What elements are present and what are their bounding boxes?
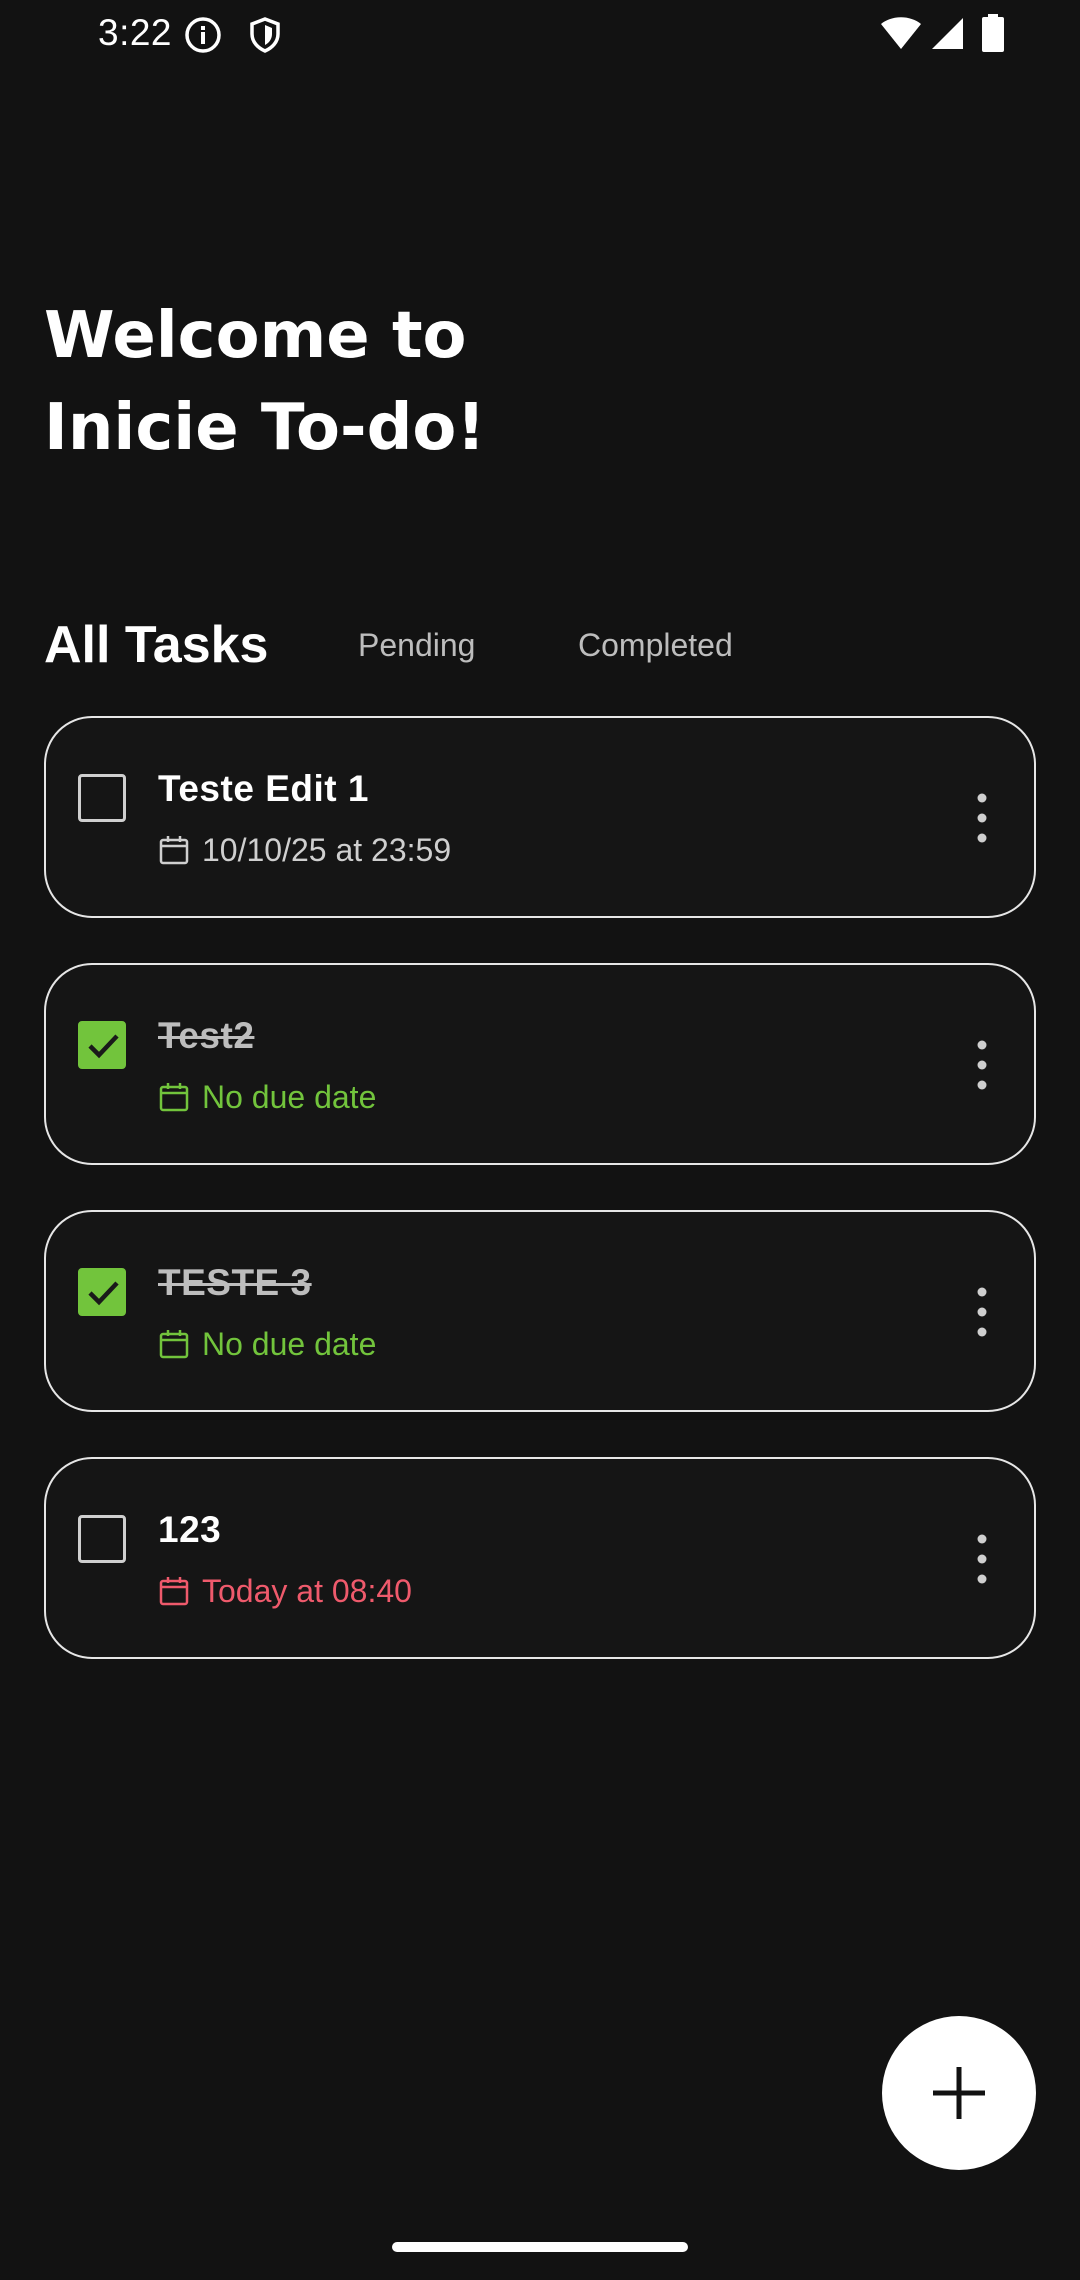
page-title-line-1: Welcome to xyxy=(44,299,467,373)
task-due-text: Today at 08:40 xyxy=(202,1572,412,1609)
tab-pending[interactable]: Pending xyxy=(358,610,475,680)
task-due-date: No due date xyxy=(158,1324,376,1364)
filter-tabs: All Tasks Pending Completed xyxy=(44,610,1044,680)
task-due-text: No due date xyxy=(202,1078,377,1115)
app-screen: 3:22 Welcome to Inicie To-do! All Tasks … xyxy=(0,0,1080,2280)
more-options-icon[interactable] xyxy=(970,1282,994,1342)
status-time: 3:22 xyxy=(98,12,173,53)
tab-completed[interactable]: Completed xyxy=(578,610,733,680)
task-due-text: No due date xyxy=(202,1325,377,1362)
task-title: Test2 xyxy=(158,1015,255,1056)
signal-icon xyxy=(932,18,963,49)
more-options-icon[interactable] xyxy=(970,788,994,848)
plus-icon xyxy=(933,2067,985,2119)
calendar-icon xyxy=(159,1330,189,1359)
task-due-date: 10/10/25 at 23:59 xyxy=(158,830,451,870)
page-title-line-2: Inicie To-do! xyxy=(44,391,486,465)
task-due-date: No due date xyxy=(158,1077,376,1117)
task-checkbox[interactable] xyxy=(78,1515,126,1563)
task-title: 123 xyxy=(158,1509,222,1550)
calendar-icon xyxy=(159,836,189,865)
home-indicator[interactable] xyxy=(392,2242,688,2252)
shield-icon xyxy=(250,17,280,53)
page-title: Welcome to Inicie To-do! xyxy=(44,290,944,474)
status-bar: 3:22 xyxy=(0,0,1080,66)
calendar-icon xyxy=(159,1577,189,1606)
calendar-icon xyxy=(159,1083,189,1112)
checkmark-icon xyxy=(88,1281,119,1306)
task-checkbox[interactable] xyxy=(78,774,126,822)
task-due-text: 10/10/25 at 23:59 xyxy=(202,831,452,868)
task-card[interactable]: Teste Edit 1 10/10/25 at 23:59 xyxy=(44,716,1036,918)
checkmark-icon xyxy=(88,1034,119,1059)
add-task-button[interactable] xyxy=(882,2016,1036,2170)
task-card[interactable]: TESTE 3 No due date xyxy=(44,1210,1036,1412)
wifi-icon xyxy=(881,17,921,49)
task-due-date: Today at 08:40 xyxy=(158,1571,412,1611)
task-checkbox[interactable] xyxy=(78,1268,126,1316)
task-card[interactable]: 123 Today at 08:40 xyxy=(44,1457,1036,1659)
more-options-icon[interactable] xyxy=(970,1529,994,1589)
battery-icon xyxy=(982,14,1004,52)
task-card[interactable]: Test2 No due date xyxy=(44,963,1036,1165)
task-checkbox[interactable] xyxy=(78,1021,126,1069)
tab-all-tasks[interactable]: All Tasks xyxy=(44,610,268,680)
task-title: Teste Edit 1 xyxy=(158,768,369,809)
more-options-icon[interactable] xyxy=(970,1035,994,1095)
task-title: TESTE 3 xyxy=(158,1262,312,1303)
info-icon xyxy=(185,17,221,53)
